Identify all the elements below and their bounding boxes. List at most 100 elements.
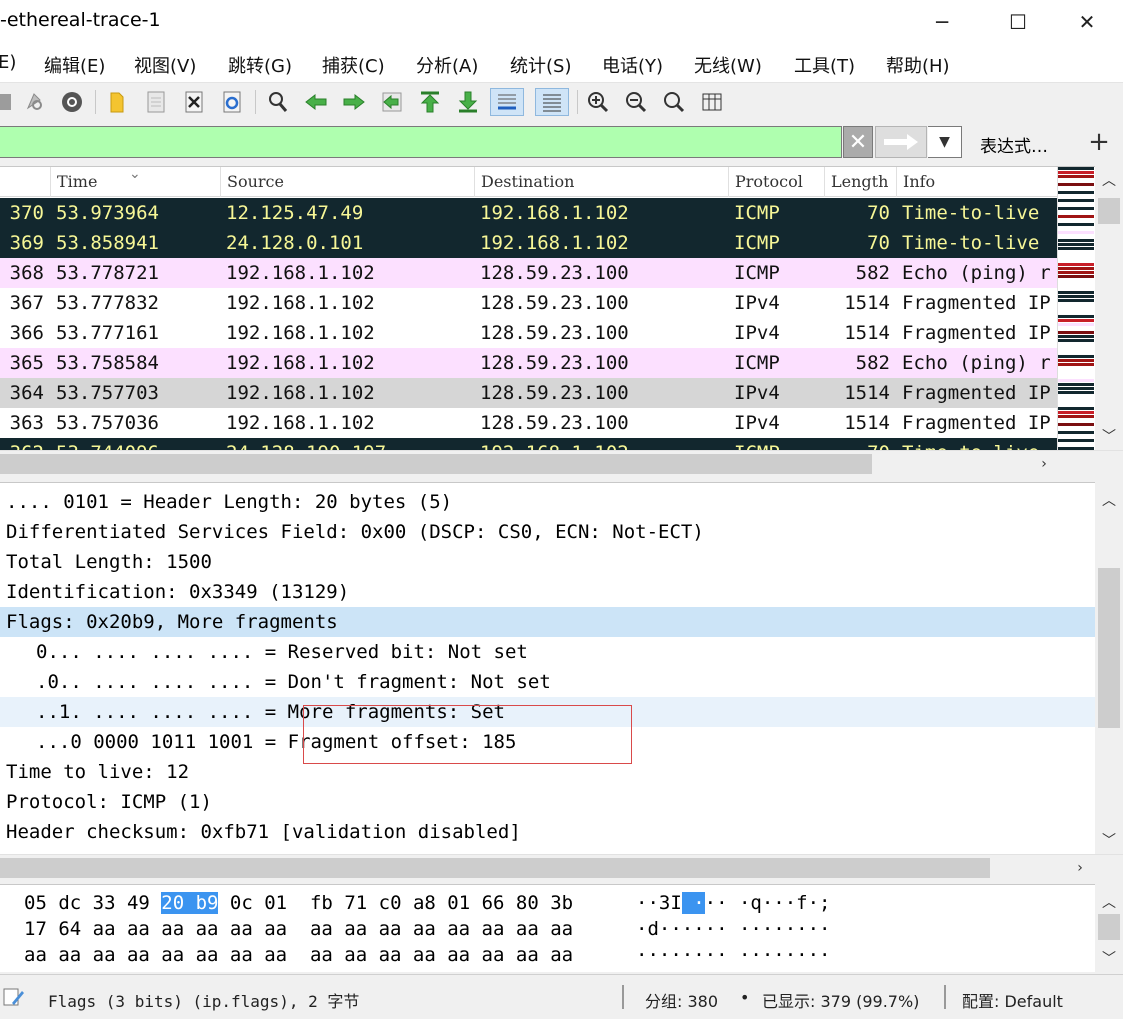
scroll-up-icon[interactable]: ︿ [1095, 168, 1123, 192]
hex-line[interactable]: 17 64 aa aa aa aa aa aa aa aa aa aa aa a… [24, 916, 573, 942]
scroll-thumb[interactable] [1098, 914, 1120, 940]
detail-tree-item[interactable]: [Header checksum status: Unverified] [0, 847, 1095, 854]
detail-tree-item[interactable]: Identification: 0x3349 (13129) [0, 577, 1095, 607]
menu-go[interactable]: 跳转(G) [228, 52, 292, 78]
add-filter-button[interactable]: + [1086, 126, 1112, 158]
zoom-out-icon[interactable] [622, 88, 650, 116]
detail-tree-item[interactable]: Time to live: 12 [0, 757, 1095, 787]
packet-row[interactable]: 368 53.778721 192.168.1.102 128.59.23.100 IC… [0, 258, 1057, 288]
details-vscrollbar[interactable]: ︿ ﹀ [1095, 482, 1123, 854]
go-forward-icon[interactable] [340, 88, 368, 116]
ascii-line[interactable]: ·d······ ········ [636, 916, 830, 942]
title-bar: -ethereal-trace-1 ─ ☐ ✕ [0, 0, 1123, 44]
detail-tree-item[interactable]: Total Length: 1500 [0, 547, 1095, 577]
open-file-icon[interactable] [104, 88, 132, 116]
resize-columns-icon[interactable] [698, 88, 726, 116]
minimap-stripe [1058, 275, 1094, 278]
minimize-button[interactable]: ─ [919, 0, 965, 44]
close-file-icon[interactable] [180, 88, 208, 116]
menu-view[interactable]: 视图(V) [134, 52, 196, 78]
menu-edit[interactable]: 编辑(E) [44, 52, 105, 78]
go-to-packet-icon[interactable] [378, 88, 406, 116]
menu-tools[interactable]: 工具(T) [794, 52, 855, 78]
packet-list-hscrollbar[interactable]: › [0, 450, 1123, 476]
menu-capture[interactable]: 捕获(C) [322, 52, 385, 78]
status-divider[interactable] [944, 985, 946, 1009]
expert-info-icon[interactable] [2, 985, 26, 1009]
packet-list-vscrollbar[interactable]: ︿ ﹀ [1095, 166, 1123, 450]
go-back-icon[interactable] [302, 88, 330, 116]
ascii-line[interactable]: ········ ········ [636, 942, 830, 968]
close-button[interactable]: ✕ [1064, 0, 1110, 44]
column-info[interactable]: Info [896, 167, 1057, 197]
menu-help[interactable]: 帮助(H) [886, 52, 950, 78]
scroll-up-icon[interactable]: ︿ [1095, 890, 1123, 914]
menu-telephony[interactable]: 电话(Y) [602, 52, 663, 78]
clear-filter-icon[interactable]: ✕ [843, 126, 873, 158]
display-filter-input[interactable] [0, 126, 842, 158]
maximize-button[interactable]: ☐ [995, 0, 1041, 44]
column-length[interactable]: Length [824, 167, 896, 197]
go-first-icon[interactable] [416, 88, 444, 116]
reload-file-icon[interactable] [218, 88, 246, 116]
detail-tree-item[interactable]: .0.. .... .... .... = Don't fragment: No… [0, 667, 1095, 697]
detail-tree-item[interactable]: .... 0101 = Header Length: 20 bytes (5) [0, 487, 1095, 517]
go-last-icon[interactable] [454, 88, 482, 116]
colorize-icon[interactable] [535, 88, 569, 116]
menu-file[interactable]: E) [0, 52, 16, 73]
detail-tree-item[interactable]: ...0 0000 1011 1001 = Fragment offset: 1… [0, 727, 1095, 757]
detail-tree-item[interactable]: ..1. .... .... .... = More fragments: Se… [0, 697, 1095, 727]
scroll-up-icon[interactable]: ︿ [1095, 488, 1123, 512]
column-destination[interactable]: Destination [474, 167, 728, 197]
packet-row[interactable]: 365 53.758584 192.168.1.102 128.59.23.100 IC… [0, 348, 1057, 378]
status-divider[interactable] [622, 985, 624, 1009]
detail-tree-item[interactable]: Protocol: ICMP (1) [0, 787, 1095, 817]
menu-analyze[interactable]: 分析(A) [416, 52, 478, 78]
filter-history-dropdown[interactable]: ▼ [928, 126, 962, 158]
minimap-stripe [1058, 339, 1094, 342]
menu-statistics[interactable]: 统计(S) [510, 52, 571, 78]
zoom-in-icon[interactable] [584, 88, 612, 116]
packet-row[interactable]: 369 53.858941 24.128.0.101 192.168.1.102 ICM… [0, 228, 1057, 258]
scroll-right-icon[interactable]: › [1066, 856, 1094, 880]
column-time[interactable]: Time ⌄ [50, 167, 220, 197]
scroll-down-icon[interactable]: ﹀ [1095, 424, 1123, 448]
expression-button[interactable]: 表达式… [980, 132, 1048, 157]
stop-capture-icon[interactable] [0, 88, 20, 116]
detail-tree-item[interactable]: Header checksum: 0xfb71 [validation disa… [0, 817, 1095, 847]
autoscroll-icon[interactable] [490, 88, 524, 116]
bytes-vscrollbar[interactable]: ︿ ﹀ [1095, 884, 1123, 972]
column-no[interactable] [0, 167, 50, 197]
scroll-down-icon[interactable]: ﹀ [1095, 828, 1123, 852]
restart-capture-icon[interactable] [20, 88, 48, 116]
capture-options-icon[interactable] [58, 88, 86, 116]
apply-filter-icon[interactable] [875, 126, 927, 158]
detail-tree-item[interactable]: 0... .... .... .... = Reserved bit: Not … [0, 637, 1095, 667]
packet-row[interactable]: 362 53.744096 24.128.190.197 192.168.1.102 I… [0, 438, 1057, 450]
zoom-reset-icon[interactable] [660, 88, 688, 116]
scroll-down-icon[interactable]: ﹀ [1095, 946, 1123, 970]
detail-tree-item[interactable]: Flags: 0x20b9, More fragments [0, 607, 1095, 637]
scroll-thumb[interactable] [1098, 198, 1120, 224]
find-packet-icon[interactable] [264, 88, 292, 116]
column-source[interactable]: Source [220, 167, 474, 197]
profile-label[interactable]: 配置: Default [962, 988, 1063, 1012]
details-hscrollbar[interactable]: › [0, 854, 1123, 880]
hex-line[interactable]: 05 dc 33 49 20 b9 0c 01 fb 71 c0 a8 01 6… [24, 890, 573, 916]
hex-line[interactable]: aa aa aa aa aa aa aa aa aa aa aa aa aa a… [24, 942, 573, 968]
hscroll-thumb[interactable] [0, 858, 990, 878]
scroll-right-icon[interactable]: › [1030, 452, 1058, 476]
packet-row[interactable]: 364 53.757703 192.168.1.102 128.59.23.100 IP… [0, 378, 1057, 408]
packet-row[interactable]: 366 53.777161 192.168.1.102 128.59.23.100 IP… [0, 318, 1057, 348]
column-protocol[interactable]: Protocol [728, 167, 824, 197]
ascii-line[interactable]: ··3I ··· ·q···f·; [636, 890, 831, 916]
packet-row[interactable]: 370 53.973964 12.125.47.49 192.168.1.102 ICM… [0, 198, 1057, 228]
hscroll-thumb[interactable] [0, 454, 872, 474]
menu-wireless[interactable]: 无线(W) [694, 52, 762, 78]
scroll-thumb[interactable] [1098, 568, 1120, 728]
detail-tree-item[interactable]: Differentiated Services Field: 0x00 (DSC… [0, 517, 1095, 547]
packet-row[interactable]: 363 53.757036 192.168.1.102 128.59.23.100 IP… [0, 408, 1057, 438]
packet-minimap[interactable] [1057, 167, 1095, 450]
packet-row[interactable]: 367 53.777832 192.168.1.102 128.59.23.100 IP… [0, 288, 1057, 318]
save-file-icon[interactable] [142, 88, 170, 116]
